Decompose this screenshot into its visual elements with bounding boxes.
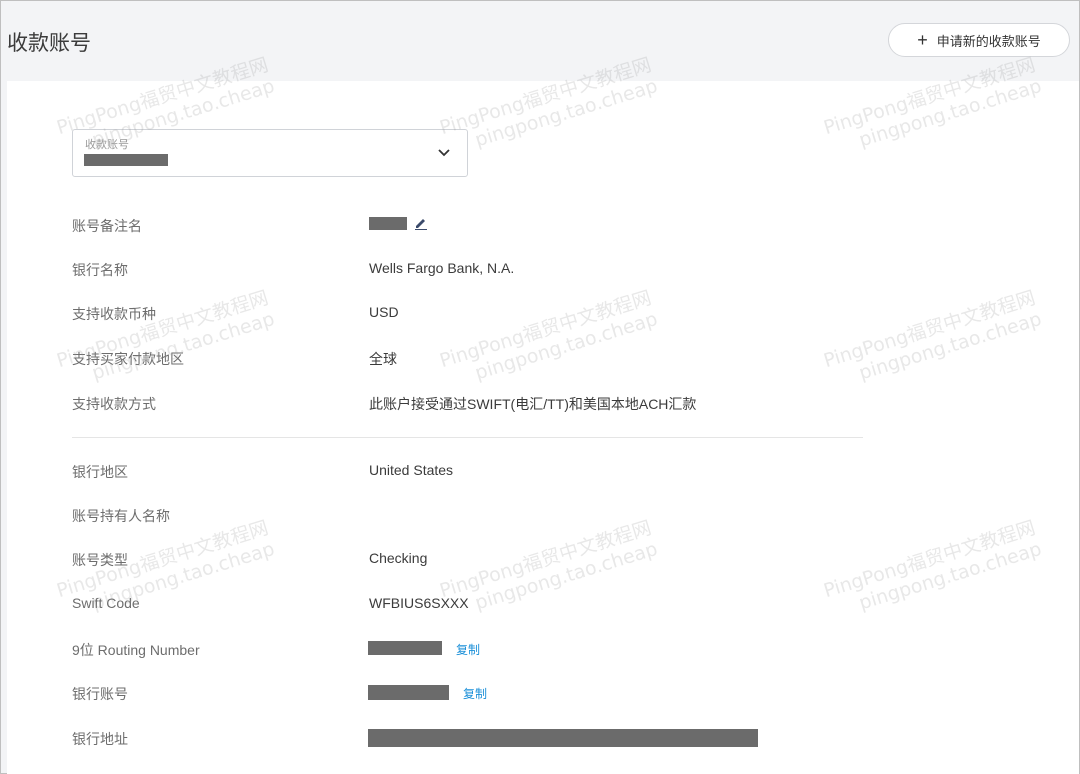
redacted-account-value: [84, 154, 168, 166]
swift-code-value: WFBIUS6SXXX: [369, 595, 469, 611]
row-bank-region: 银行地区 United States: [72, 462, 872, 482]
method-value: 此账户接受通过SWIFT(电汇/TT)和美国本地ACH汇款: [369, 396, 697, 412]
row-account-type: 账号类型 Checking: [72, 550, 872, 570]
row-holder-name: 账号持有人名称: [72, 506, 872, 526]
redacted-remark-value: [369, 217, 407, 230]
add-account-button-label: 申请新的收款账号: [936, 33, 1041, 49]
chevron-down-icon: [438, 149, 450, 157]
row-routing-number: 9位 Routing Number 复制: [72, 640, 872, 660]
row-swift-code: Swift Code WFBIUS6SXXX: [72, 595, 872, 615]
bank-name-label: 银行名称: [72, 262, 128, 278]
page-title: 收款账号: [7, 32, 91, 55]
account-select-label: 收款账号: [85, 139, 129, 151]
row-currency: 支持收款币种 USD: [72, 304, 872, 324]
row-bank-address: 银行地址: [72, 729, 872, 749]
remark-label: 账号备注名: [72, 218, 142, 234]
row-buyer-region: 支持买家付款地区 全球: [72, 349, 872, 369]
currency-label: 支持收款币种: [72, 306, 156, 322]
account-type-label: 账号类型: [72, 552, 128, 568]
account-details-card: 收款账号 账号备注名 银行名称 Wells Fargo Bank, N.A. 支…: [7, 81, 1079, 774]
account-type-value: Checking: [369, 550, 428, 566]
row-method: 支持收款方式 此账户接受通过SWIFT(电汇/TT)和美国本地ACH汇款: [72, 394, 872, 414]
row-remark: 账号备注名: [72, 216, 872, 236]
plus-icon: +: [917, 30, 928, 50]
holder-name-label: 账号持有人名称: [72, 508, 170, 524]
page-header: 收款账号 + 申请新的收款账号: [1, 1, 1079, 81]
bank-region-value: United States: [369, 462, 454, 478]
copy-routing-link[interactable]: 复制: [456, 641, 480, 658]
copy-bank-account-link[interactable]: 复制: [463, 685, 487, 702]
edit-icon[interactable]: [414, 216, 428, 230]
bank-account-label: 银行账号: [72, 686, 128, 702]
account-select[interactable]: 收款账号: [72, 129, 468, 177]
redacted-bank-account: [368, 685, 449, 700]
buyer-region-label: 支持买家付款地区: [72, 351, 184, 367]
add-account-button[interactable]: + 申请新的收款账号: [888, 23, 1070, 57]
divider: [72, 437, 863, 438]
redacted-bank-address: [368, 729, 758, 747]
bank-region-label: 银行地区: [72, 464, 128, 480]
routing-number-label: 9位 Routing Number: [72, 642, 200, 658]
currency-value: USD: [369, 304, 399, 320]
row-bank-account: 银行账号 复制: [72, 684, 872, 704]
row-bank-name: 银行名称 Wells Fargo Bank, N.A.: [72, 260, 872, 280]
redacted-routing-number: [368, 641, 442, 655]
bank-name-value: Wells Fargo Bank, N.A.: [369, 260, 515, 276]
method-label: 支持收款方式: [72, 396, 156, 412]
bank-address-label: 银行地址: [72, 731, 128, 747]
swift-code-label: Swift Code: [72, 595, 140, 611]
buyer-region-value: 全球: [369, 351, 397, 367]
